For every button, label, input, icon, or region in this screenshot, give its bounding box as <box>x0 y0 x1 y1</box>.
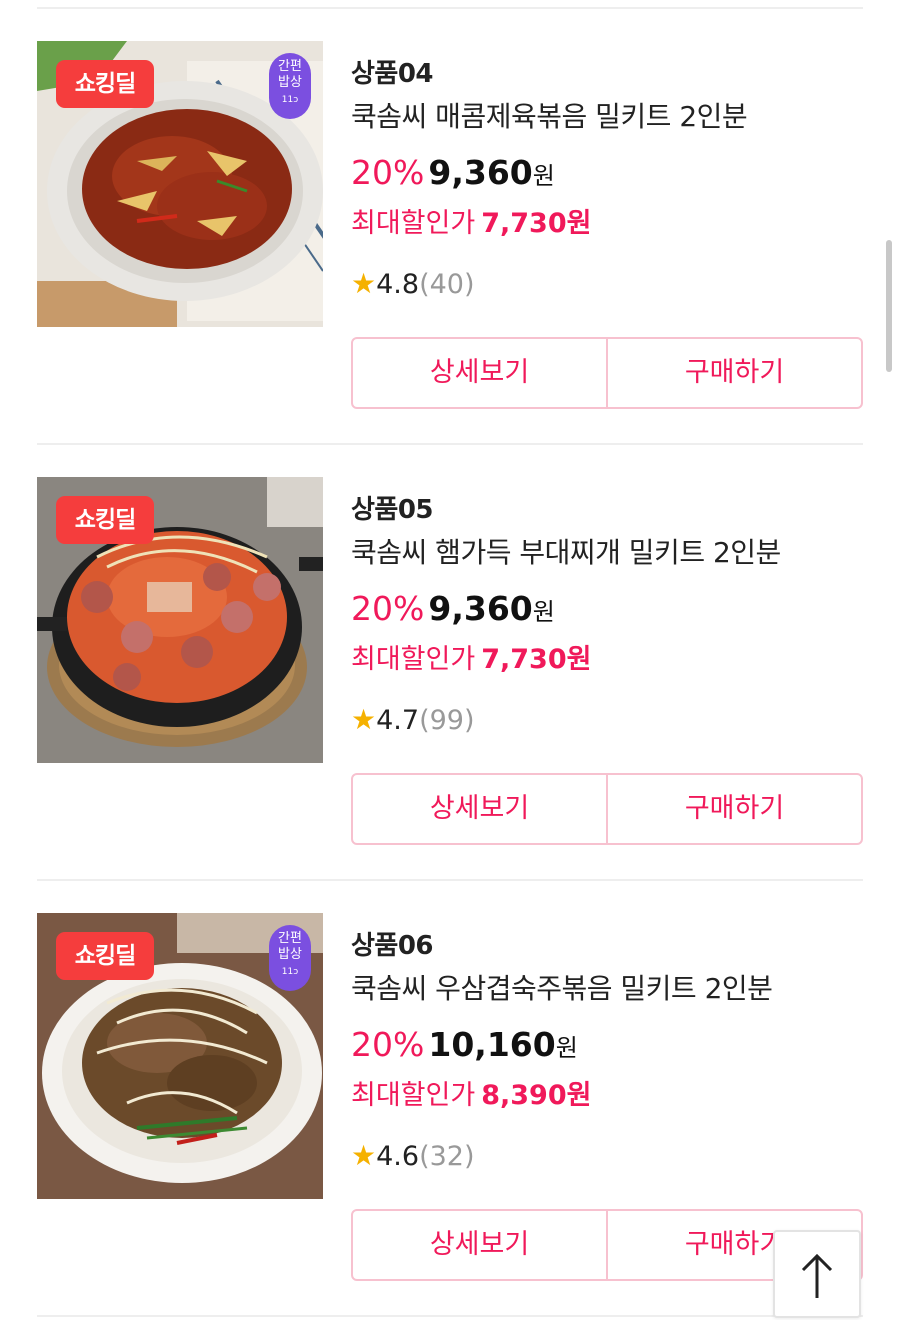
max-discount-price: 7,730원 <box>481 208 592 239</box>
product-name[interactable]: 쿡솜씨 우삼겹숙주볶음 밀키트 2인분 <box>351 967 773 1007</box>
product-code: 상품06 <box>351 931 434 961</box>
rating: ★4.8(40) <box>351 267 475 300</box>
arrow-up-icon <box>801 1253 833 1298</box>
discount-rate: 20% <box>351 153 425 192</box>
max-discount-row: 최대할인가 8,390원 <box>351 1073 591 1112</box>
price-row: 20% 9,360원 <box>351 589 555 628</box>
rating: ★4.6(32) <box>351 1139 475 1172</box>
product-image[interactable]: 쇼킹딜 <box>37 477 323 763</box>
sale-price: 10,160 <box>428 1025 556 1064</box>
easy-meal-badge-line2: 밥상 <box>278 947 302 962</box>
easy-meal-badge-line2: 밥상 <box>278 75 302 90</box>
buy-button[interactable]: 구매하기 <box>606 339 861 407</box>
price-row: 20% 9,360원 <box>351 153 555 192</box>
max-discount-row: 최대할인가 7,730원 <box>351 637 591 676</box>
discount-rate: 20% <box>351 1025 425 1064</box>
rating: ★4.7(99) <box>351 703 475 736</box>
star-icon: ★ <box>351 1139 377 1172</box>
sale-price: 9,360 <box>428 153 533 192</box>
rating-value: 4.6 <box>376 1141 420 1172</box>
review-count: (99) <box>419 705 475 736</box>
easy-meal-badge-line3: 11ↄ <box>281 967 299 977</box>
shocking-deal-badge: 쇼킹딜 <box>56 496 154 544</box>
scroll-to-top-button[interactable] <box>773 1230 861 1318</box>
max-discount-price: 8,390원 <box>481 1080 592 1111</box>
product-name[interactable]: 쿡솜씨 매콤제육볶음 밀키트 2인분 <box>351 95 748 135</box>
product-card: 쇼킹딜 간편 밥상 11ↄ 상품04 쿡솜씨 매콤제육볶음 밀키트 2인분 20… <box>0 41 900 441</box>
shocking-deal-badge: 쇼킹딜 <box>56 60 154 108</box>
max-discount-label: 최대할인가 <box>351 1080 476 1111</box>
max-discount-label: 최대할인가 <box>351 644 476 675</box>
list-divider <box>37 443 863 445</box>
sale-price: 9,360 <box>428 589 533 628</box>
max-discount-price: 7,730원 <box>481 644 592 675</box>
action-buttons: 상세보기 구매하기 <box>351 337 863 409</box>
easy-meal-badge: 간편 밥상 11ↄ <box>269 925 311 991</box>
price-row: 20% 10,160원 <box>351 1025 578 1064</box>
product-name[interactable]: 쿡솜씨 햄가득 부대찌개 밀키트 2인분 <box>351 531 781 571</box>
buy-button[interactable]: 구매하기 <box>606 775 861 843</box>
list-divider <box>37 1315 863 1317</box>
review-count: (40) <box>419 269 475 300</box>
product-card: 쇼킹딜 간편 밥상 11ↄ 상품06 쿡솜씨 우삼겹숙주볶음 밀키트 2인분 2… <box>0 913 900 1313</box>
product-image[interactable]: 쇼킹딜 간편 밥상 11ↄ <box>37 41 323 327</box>
max-discount-row: 최대할인가 7,730원 <box>351 201 591 240</box>
discount-rate: 20% <box>351 589 425 628</box>
action-buttons: 상세보기 구매하기 <box>351 773 863 845</box>
detail-button[interactable]: 상세보기 <box>353 339 606 407</box>
review-count: (32) <box>419 1141 475 1172</box>
easy-meal-badge: 간편 밥상 11ↄ <box>269 53 311 119</box>
product-image[interactable]: 쇼킹딜 간편 밥상 11ↄ <box>37 913 323 1199</box>
product-code: 상품05 <box>351 495 434 525</box>
max-discount-label: 최대할인가 <box>351 208 476 239</box>
list-divider <box>37 7 863 9</box>
currency-unit: 원 <box>555 1034 578 1062</box>
detail-button[interactable]: 상세보기 <box>353 775 606 843</box>
rating-value: 4.7 <box>376 705 420 736</box>
rating-value: 4.8 <box>376 269 420 300</box>
product-card: 쇼킹딜 상품05 쿡솜씨 햄가득 부대찌개 밀키트 2인분 20% 9,360원 … <box>0 477 900 877</box>
easy-meal-badge-line1: 간편 <box>278 59 302 74</box>
star-icon: ★ <box>351 703 377 736</box>
currency-unit: 원 <box>532 162 555 190</box>
star-icon: ★ <box>351 267 377 300</box>
easy-meal-badge-line3: 11ↄ <box>281 95 299 105</box>
product-code: 상품04 <box>351 59 434 89</box>
detail-button[interactable]: 상세보기 <box>353 1211 606 1279</box>
shocking-deal-badge: 쇼킹딜 <box>56 932 154 980</box>
currency-unit: 원 <box>532 598 555 626</box>
easy-meal-badge-line1: 간편 <box>278 931 302 946</box>
scrollbar[interactable] <box>886 240 892 372</box>
list-divider <box>37 879 863 881</box>
